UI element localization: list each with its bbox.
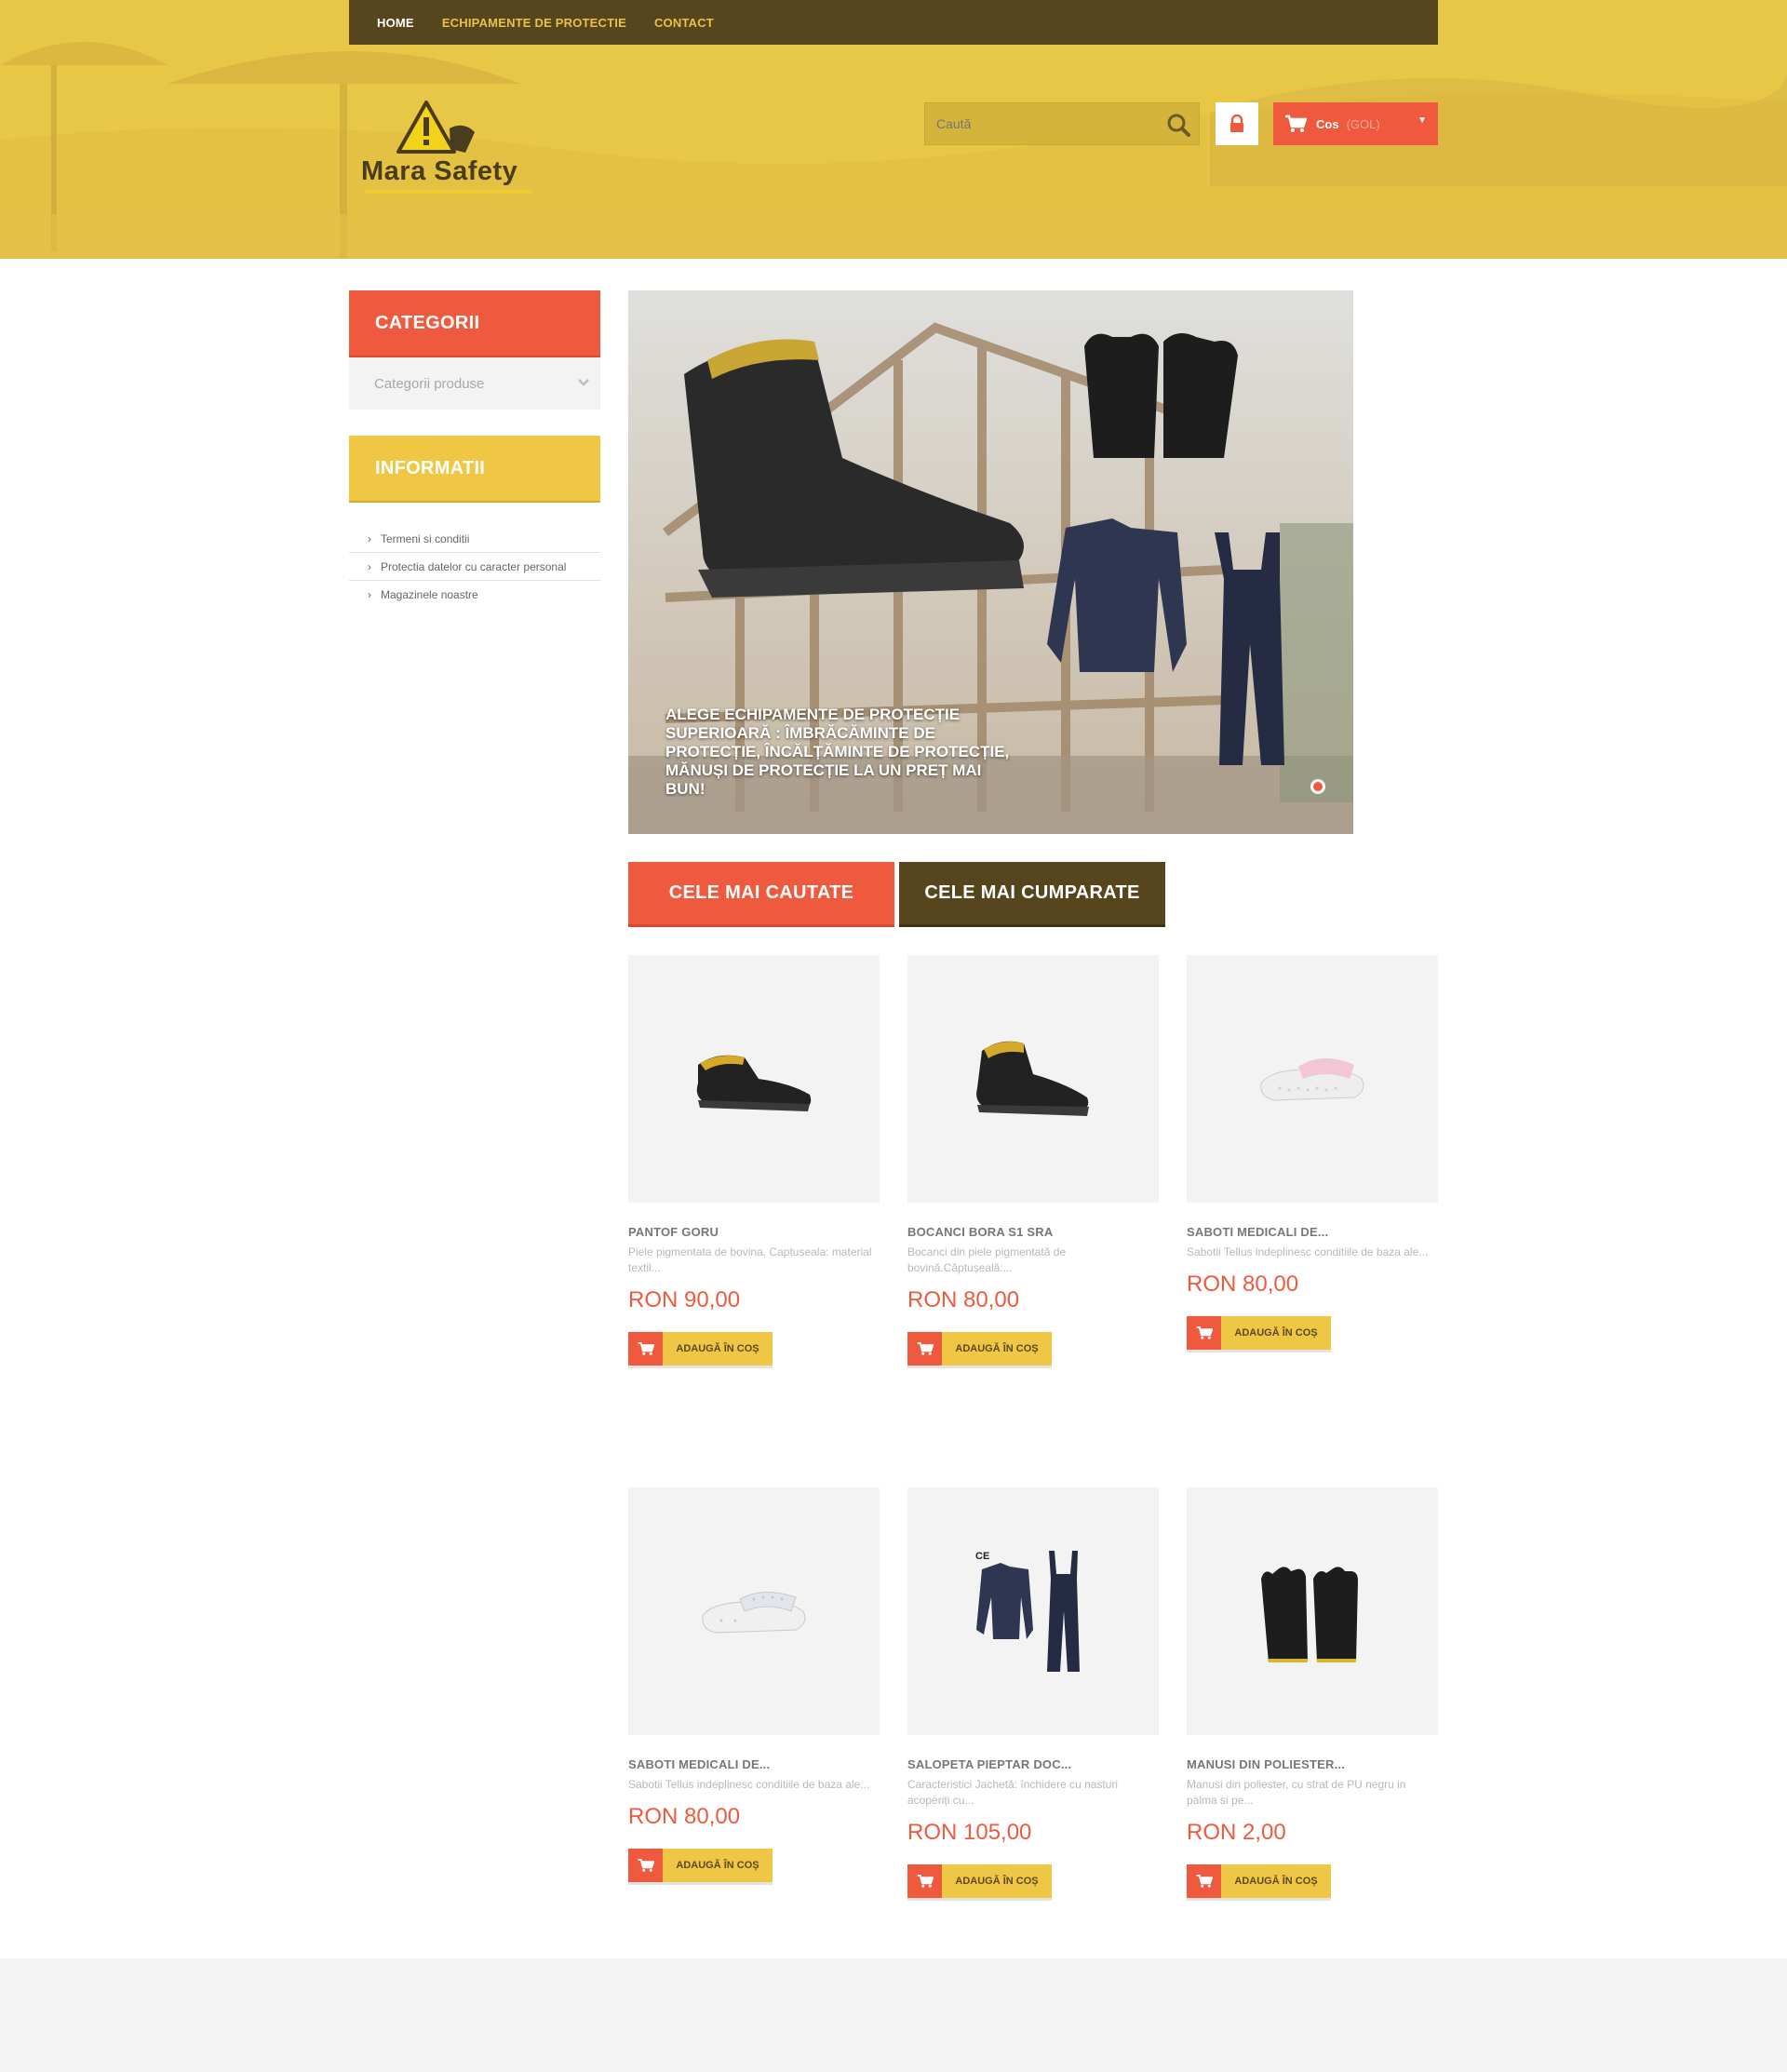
add-to-cart-label: ADAUGĂ ÎN COȘ xyxy=(942,1332,1052,1366)
cart-label: Cos xyxy=(1316,116,1339,131)
site-logo[interactable]: Mara Safety xyxy=(361,101,538,194)
cart-icon xyxy=(1285,114,1307,132)
search-icon xyxy=(1167,114,1190,137)
slider-caption: ALEGE ECHIPAMENTE DE PROTECȚIE SUPERIOAR… xyxy=(665,706,1010,798)
black-boot-icon xyxy=(976,1041,1089,1116)
nav-home[interactable]: HOME xyxy=(377,16,414,30)
product-name[interactable]: SALOPETA PIEPTAR DOC... xyxy=(907,1757,1159,1771)
nav-echipamente[interactable]: ECHIPAMENTE DE PROTECTIE xyxy=(442,16,626,30)
product-price: RON 90,00 xyxy=(628,1287,741,1312)
add-to-cart-button[interactable]: ADAUGĂ ÎN COȘ xyxy=(1187,1864,1331,1898)
hero-slider[interactable]: ALEGE ECHIPAMENTE DE PROTECȚIE SUPERIOAR… xyxy=(628,290,1353,834)
categories-select[interactable]: Categorii produse xyxy=(349,357,600,410)
chevron-down-icon: ▼ xyxy=(1418,115,1427,126)
cart-icon xyxy=(1187,1316,1221,1350)
product-name[interactable]: MANUSI DIN POLIESTER... xyxy=(1187,1757,1438,1771)
info-block: INFORMATII › Termeni si conditii › Protect… xyxy=(349,436,600,609)
search-input[interactable] xyxy=(925,103,1158,144)
product-card: CE SALOPETA PIEPTAR DOC... Caracteristic… xyxy=(907,1487,1159,1898)
add-to-cart-button[interactable]: ADAUGĂ ÎN COȘ xyxy=(628,1332,773,1366)
workwear-icon: CE xyxy=(975,1551,1080,1672)
product-card: MANUSI DIN POLIESTER... Manusi din polie… xyxy=(1187,1487,1438,1898)
product-card: PANTOF GORU Piele pigmentata de bovina. … xyxy=(628,955,880,1366)
product-name[interactable]: SABOTI MEDICALI DE... xyxy=(628,1757,880,1771)
chevron-right-icon: › xyxy=(368,588,371,601)
product-name[interactable]: BOCANCI BORA S1 SRA xyxy=(907,1225,1159,1239)
slider-pager-dot[interactable] xyxy=(1310,779,1325,794)
logo-underline xyxy=(365,190,532,194)
product-price: RON 80,00 xyxy=(1187,1271,1299,1297)
product-image[interactable] xyxy=(1187,1487,1438,1735)
product-price: RON 2,00 xyxy=(1187,1820,1286,1845)
site-footer xyxy=(0,1958,1787,2072)
info-item-label: Protectia datelor cu caracter personal xyxy=(381,559,567,573)
cart-icon xyxy=(907,1332,942,1366)
categories-select-value: Categorii produse xyxy=(374,375,485,392)
info-title: INFORMATII xyxy=(349,436,600,503)
categories-title: CATEGORII xyxy=(349,290,600,357)
tab-most-bought[interactable]: CELE MAI CUMPARATE xyxy=(899,862,1165,927)
info-item-terms[interactable]: › Termeni si conditii xyxy=(349,525,600,553)
product-card: SABOTI MEDICALI DE... Sabotii Tellus ind… xyxy=(628,1487,880,1882)
tab-most-searched[interactable]: CELE MAI CAUTATE xyxy=(628,862,894,927)
svg-text:CE: CE xyxy=(975,1551,989,1562)
add-to-cart-button[interactable]: ADAUGĂ ÎN COȘ xyxy=(907,1332,1052,1366)
logo-text: Mara Safety xyxy=(361,156,518,186)
info-item-label: Termeni si conditii xyxy=(381,531,470,545)
product-price: RON 80,00 xyxy=(628,1804,741,1829)
add-to-cart-button[interactable]: ADAUGĂ ÎN COȘ xyxy=(907,1864,1052,1898)
chevron-down-icon xyxy=(578,379,589,386)
product-description: Sabotii Tellus indeplinesc conditiile de… xyxy=(1187,1245,1429,1258)
product-image[interactable] xyxy=(628,955,880,1203)
product-image[interactable] xyxy=(628,1487,880,1735)
top-navigation: HOME ECHIPAMENTE DE PROTECTIE CONTACT xyxy=(349,0,1438,45)
cart-icon xyxy=(628,1332,663,1366)
info-item-label: Magazinele noastre xyxy=(381,588,478,601)
chevron-right-icon: › xyxy=(368,559,371,573)
product-description: Manusi din poliester, cu strat de PU neg… xyxy=(1187,1778,1406,1807)
cart-icon xyxy=(1187,1864,1221,1898)
product-description: Sabotii Tellus indeplinesc conditiile de… xyxy=(628,1778,870,1791)
product-card: BOCANCI BORA S1 SRA Bocanci din piele pi… xyxy=(907,955,1159,1366)
categories-block: CATEGORII Categorii produse xyxy=(349,290,600,410)
product-image[interactable] xyxy=(1187,955,1438,1203)
product-price: RON 80,00 xyxy=(907,1287,1020,1312)
lock-icon xyxy=(1230,114,1243,132)
info-list: › Termeni si conditii › Protectia datelor … xyxy=(349,525,600,609)
cart-icon xyxy=(907,1864,942,1898)
info-item-privacy[interactable]: › Protectia datelor cu caracter personal xyxy=(349,553,600,581)
add-to-cart-button[interactable]: ADAUGĂ ÎN COȘ xyxy=(1187,1316,1331,1350)
cart-icon xyxy=(628,1849,663,1882)
product-price: RON 105,00 xyxy=(907,1820,1032,1845)
product-description: Piele pigmentata de bovina. Captuseala: … xyxy=(628,1245,872,1274)
add-to-cart-label: ADAUGĂ ÎN COȘ xyxy=(663,1849,773,1882)
pink-clog-icon xyxy=(1260,1057,1364,1101)
add-to-cart-label: ADAUGĂ ÎN COȘ xyxy=(1221,1864,1331,1898)
account-button[interactable] xyxy=(1216,102,1258,145)
gloves-icon xyxy=(1261,1567,1358,1662)
cart-status: (GOL) xyxy=(1346,116,1380,131)
product-description: Bocanci din piele pigmentată de bovină.C… xyxy=(907,1245,1067,1274)
product-name[interactable]: SABOTI MEDICALI DE... xyxy=(1187,1225,1438,1239)
add-to-cart-label: ADAUGĂ ÎN COȘ xyxy=(942,1864,1052,1898)
product-card: SABOTI MEDICALI DE... Sabotii Tellus ind… xyxy=(1187,955,1438,1350)
warning-sign-icon xyxy=(396,101,475,154)
cart-button[interactable]: Cos (GOL) ▼ xyxy=(1273,102,1438,145)
product-image[interactable] xyxy=(907,955,1159,1203)
search-button[interactable] xyxy=(1163,110,1193,140)
chevron-right-icon: › xyxy=(368,531,371,545)
black-shoe-icon xyxy=(696,1055,812,1111)
product-name[interactable]: PANTOF GORU xyxy=(628,1225,880,1239)
add-to-cart-label: ADAUGĂ ÎN COȘ xyxy=(1221,1316,1331,1350)
product-image[interactable]: CE xyxy=(907,1487,1159,1735)
info-item-stores[interactable]: › Magazinele noastre xyxy=(349,581,600,609)
nav-contact[interactable]: CONTACT xyxy=(654,16,714,30)
product-description: Caracteristici Jachetă: închidere cu nas… xyxy=(907,1778,1119,1807)
add-to-cart-label: ADAUGĂ ÎN COȘ xyxy=(663,1332,773,1366)
site-header: HOME ECHIPAMENTE DE PROTECTIE CONTACT Ma… xyxy=(0,0,1787,259)
search-box xyxy=(924,102,1200,145)
white-clog-icon xyxy=(702,1592,806,1634)
add-to-cart-button[interactable]: ADAUGĂ ÎN COȘ xyxy=(628,1849,773,1882)
